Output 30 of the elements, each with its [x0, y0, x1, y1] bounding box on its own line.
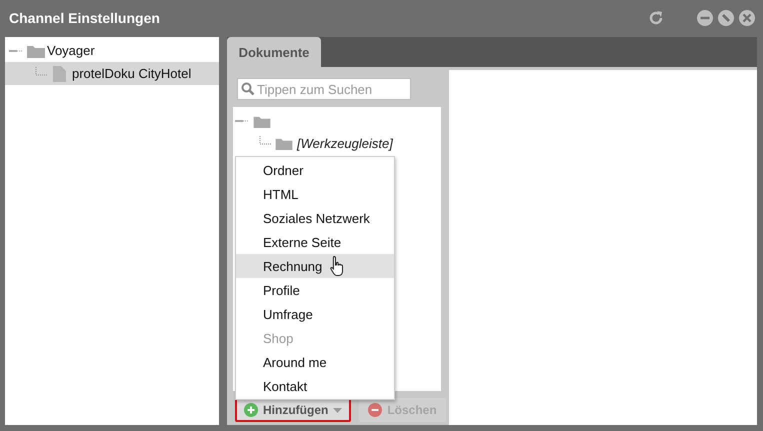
- caret-icon: [333, 408, 342, 412]
- search-icon: [241, 82, 255, 96]
- minus-icon: [368, 403, 382, 417]
- menu-item[interactable]: Profile: [236, 278, 394, 302]
- tab[interactable]: Dokumente: [227, 37, 321, 67]
- menu-item[interactable]: Around me: [236, 350, 394, 374]
- window-title: Channel Einstellungen: [9, 10, 160, 26]
- minimize-icon[interactable]: [697, 10, 713, 26]
- folder-icon: [275, 136, 293, 150]
- plus-icon: [244, 403, 258, 417]
- add-button[interactable]: Hinzufügen: [235, 398, 352, 422]
- restore-icon[interactable]: [718, 10, 734, 26]
- tree-label[interactable]: [Werkzeugleiste]: [297, 136, 393, 150]
- menu-item[interactable]: Ordner: [236, 158, 394, 182]
- folder-icon: [27, 44, 45, 58]
- menu-item[interactable]: Rechnung: [236, 254, 394, 278]
- search-field[interactable]: Tippen zum Suchen: [237, 78, 411, 100]
- menu-item[interactable]: Kontakt: [236, 374, 394, 398]
- folder-icon[interactable]: [253, 114, 271, 128]
- document-icon: [53, 66, 66, 82]
- tree-label: Voyager: [47, 43, 95, 58]
- tree-item[interactable]: protelDoku CityHotel: [5, 62, 219, 85]
- tree-item[interactable]: Voyager: [5, 39, 219, 62]
- menu-item[interactable]: HTML: [236, 182, 394, 206]
- tree-label: protelDoku CityHotel: [72, 66, 192, 81]
- close-icon[interactable]: [739, 10, 755, 26]
- menu-item[interactable]: Umfrage: [236, 302, 394, 326]
- refresh-icon[interactable]: [647, 9, 665, 27]
- menu-item[interactable]: Externe Seite: [236, 230, 394, 254]
- menu-item[interactable]: Soziales Netzwerk: [236, 206, 394, 230]
